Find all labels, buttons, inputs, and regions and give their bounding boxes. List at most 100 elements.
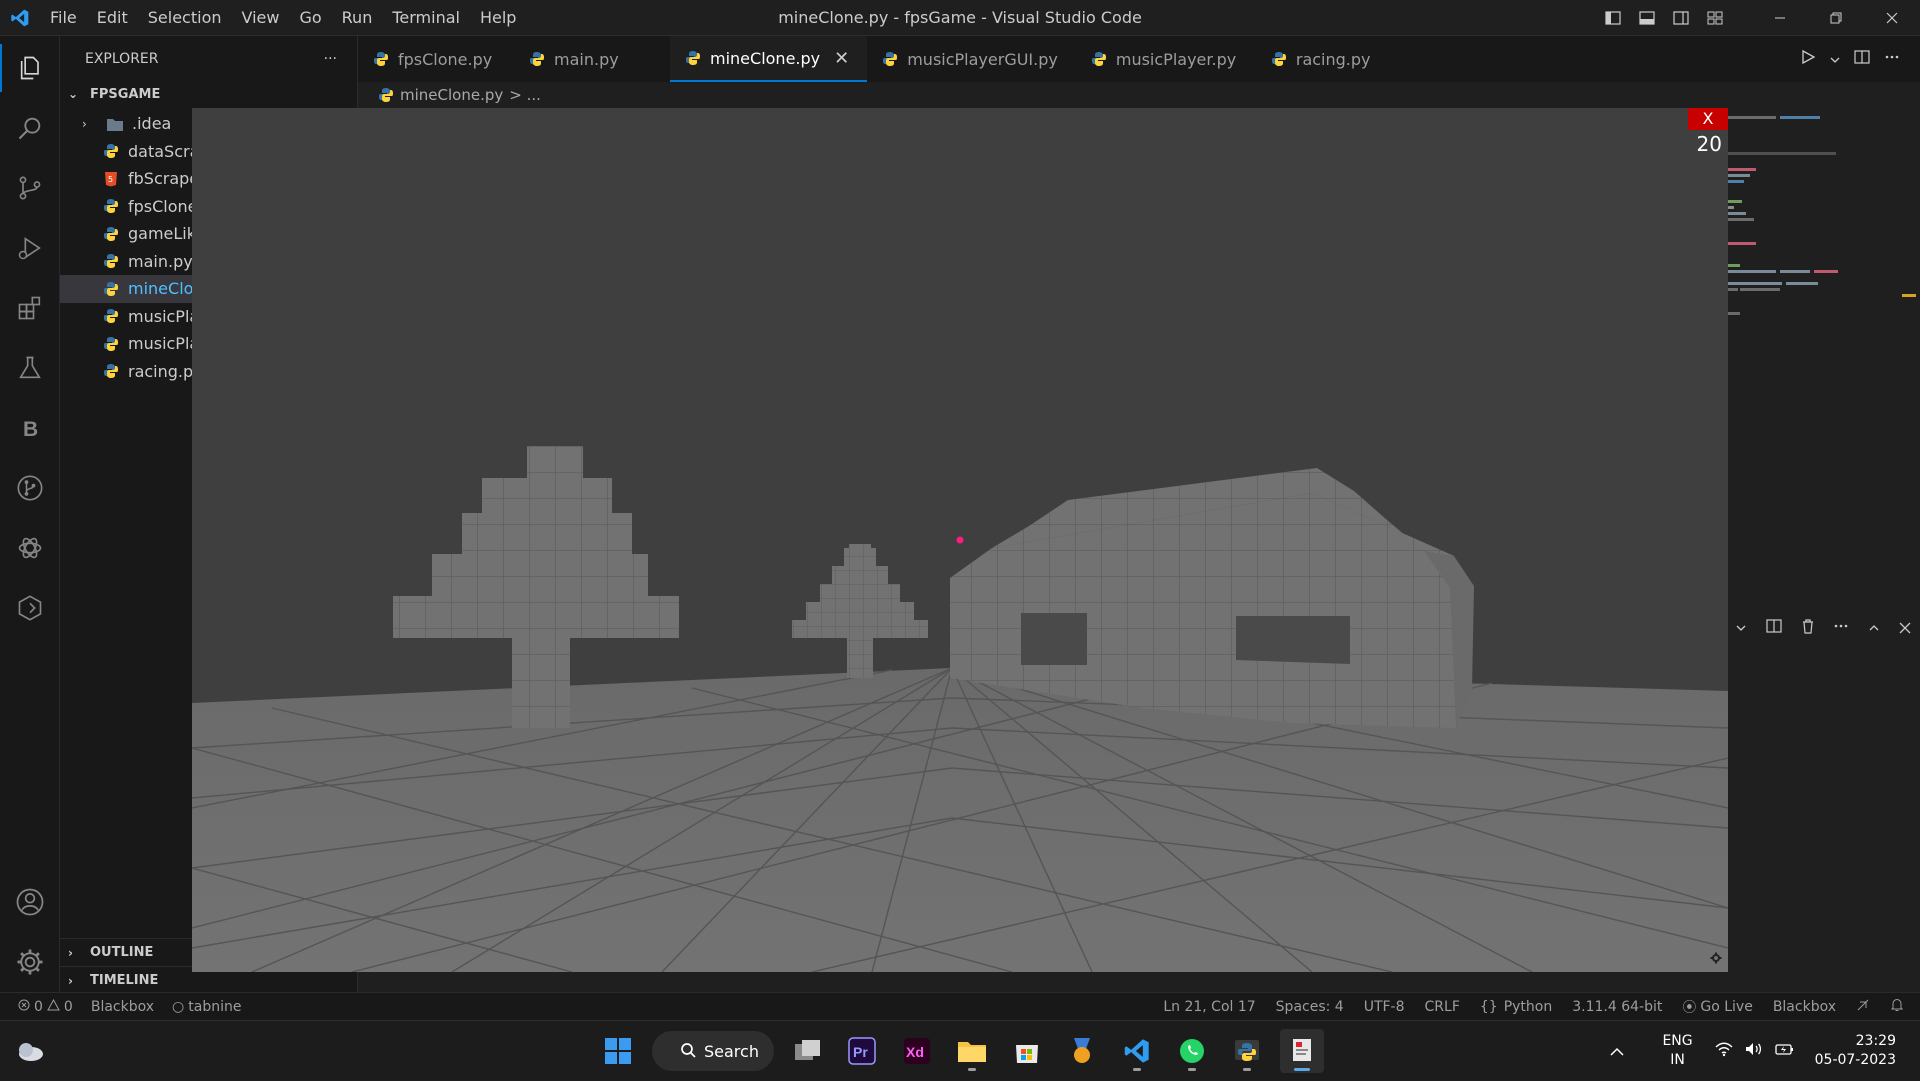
status-blackbox[interactable]: Blackbox — [91, 999, 154, 1015]
codeium-icon[interactable] — [0, 584, 60, 632]
game-window[interactable]: X 20 — [192, 108, 1728, 972]
menu-run[interactable]: Run — [332, 0, 383, 36]
ursina-window-icon[interactable] — [1280, 1029, 1324, 1073]
error-count: 0 — [34, 998, 43, 1015]
menu-terminal[interactable]: Terminal — [382, 0, 470, 36]
feedback-icon[interactable] — [1856, 998, 1870, 1016]
menu-selection[interactable]: Selection — [138, 0, 232, 36]
menu-bar: File Edit Selection View Go Run Terminal… — [40, 0, 526, 36]
menu-edit[interactable]: Edit — [87, 0, 138, 36]
maximize-panel-icon[interactable] — [1868, 619, 1880, 638]
status-indentation[interactable]: Spaces: 4 — [1276, 999, 1344, 1015]
weather-widget-icon[interactable] — [8, 1029, 52, 1073]
premiere-pro-icon[interactable]: Pr — [840, 1029, 884, 1073]
start-button-icon[interactable] — [596, 1029, 640, 1073]
input-language[interactable]: ENG IN — [1662, 1032, 1692, 1070]
tab-main[interactable]: main.py — [514, 36, 670, 82]
menu-go[interactable]: Go — [289, 0, 331, 36]
status-language[interactable]: {} Python — [1480, 999, 1552, 1015]
settings-gear-icon[interactable] — [0, 938, 60, 986]
split-editor-icon[interactable] — [1854, 49, 1870, 69]
status-interpreter[interactable]: 3.11.4 64-bit — [1572, 999, 1662, 1015]
python-app-icon[interactable] — [1225, 1029, 1269, 1073]
warning-count: 0 — [63, 998, 73, 1015]
panel-actions — [1726, 614, 1920, 642]
file-explorer-icon[interactable] — [950, 1029, 994, 1073]
trash-icon[interactable] — [1801, 618, 1815, 638]
restore-button[interactable] — [1808, 0, 1864, 36]
run-debug-icon[interactable] — [0, 224, 60, 272]
battery-charging-icon[interactable] — [1774, 1041, 1795, 1061]
status-tabnine[interactable]: ○ tabnine — [172, 999, 241, 1015]
menu-help[interactable]: Help — [470, 0, 526, 36]
panel-chevron-down-icon[interactable] — [1735, 619, 1747, 638]
game-close-button[interactable]: X — [1688, 108, 1728, 130]
status-golive[interactable]: ⦿ Go Live — [1682, 997, 1752, 1017]
toggle-panel-icon[interactable] — [1630, 0, 1664, 36]
lang-line2: IN — [1670, 1052, 1685, 1068]
status-cursor-position[interactable]: Ln 21, Col 17 — [1163, 999, 1255, 1015]
tab-fpsclone[interactable]: fpsClone.py — [358, 36, 514, 82]
customize-layout-icon[interactable] — [1698, 0, 1732, 36]
problems-indicator[interactable]: 0 0 — [18, 998, 73, 1015]
clock-date: 05-07-2023 — [1814, 1052, 1896, 1068]
volume-icon[interactable] — [1745, 1041, 1763, 1061]
status-encoding[interactable]: UTF-8 — [1364, 999, 1405, 1015]
tab-musicplayer[interactable]: musicPlayer.py — [1076, 36, 1256, 82]
whatsapp-icon[interactable] — [1170, 1029, 1214, 1073]
explorer-more-button[interactable]: ··· — [324, 51, 337, 67]
blackbox-icon[interactable]: B — [0, 404, 60, 452]
close-panel-icon[interactable] — [1899, 619, 1911, 638]
menu-file[interactable]: File — [40, 0, 87, 36]
tab-racing[interactable]: racing.py — [1256, 36, 1396, 82]
chatgpt-icon[interactable] — [0, 524, 60, 572]
game-settings-gear-icon[interactable] — [1710, 949, 1722, 968]
search-icon[interactable] — [0, 104, 60, 152]
close-window-button[interactable] — [1864, 0, 1920, 36]
explorer-icon[interactable] — [0, 44, 60, 92]
toggle-secondary-sidebar-icon[interactable] — [1664, 0, 1698, 36]
breadcrumb-rest[interactable]: > ... — [509, 86, 541, 104]
status-blackbox-right[interactable]: Blackbox — [1773, 999, 1836, 1015]
vscode-taskbar-icon[interactable] — [1115, 1029, 1159, 1073]
python-file-icon — [102, 362, 120, 380]
wifi-icon[interactable] — [1715, 1041, 1733, 1061]
run-dropdown-chevron-icon[interactable] — [1830, 50, 1840, 69]
split-terminal-icon[interactable] — [1766, 618, 1782, 638]
close-tab-icon[interactable]: ✕ — [834, 48, 849, 69]
tree-item-label: .idea — [132, 114, 172, 134]
task-view-icon[interactable] — [786, 1029, 830, 1073]
source-control-icon[interactable] — [0, 164, 60, 212]
tab-mineclone[interactable]: mineClone.py ✕ — [670, 36, 868, 82]
crosshair — [956, 536, 964, 544]
status-eol[interactable]: CRLF — [1425, 999, 1460, 1015]
testing-icon[interactable] — [0, 344, 60, 392]
editor-tabs: fpsClone.py main.py mineClone.py ✕ music… — [358, 36, 1920, 82]
tab-musicplayergui[interactable]: musicPlayerGUI.py — [867, 36, 1076, 82]
menu-view[interactable]: View — [232, 0, 290, 36]
panel-more-icon[interactable] — [1833, 618, 1849, 638]
notifications-bell-icon[interactable] — [1890, 998, 1904, 1016]
python-file-icon — [102, 280, 120, 298]
adobe-xd-icon[interactable]: Xd — [895, 1029, 939, 1073]
extensions-icon[interactable] — [0, 284, 60, 332]
achievement-medal-icon[interactable] — [1060, 1029, 1104, 1073]
git-graph-icon[interactable] — [0, 464, 60, 512]
chevron-right-icon: › — [82, 116, 87, 131]
taskbar-search-box[interactable]: Search — [652, 1031, 774, 1071]
accounts-icon[interactable] — [0, 878, 60, 926]
windows-taskbar: Search Pr Xd ENG IN 23:29 05-07-2023 — [0, 1020, 1920, 1080]
minimap[interactable] — [1726, 108, 1916, 318]
toggle-primary-sidebar-icon[interactable] — [1596, 0, 1630, 36]
tab-label: musicPlayer.py — [1115, 49, 1237, 69]
breadcrumb-file[interactable]: mineClone.py — [400, 86, 503, 104]
tray-overflow-chevron-icon[interactable] — [1610, 1042, 1624, 1061]
run-python-file-icon[interactable] — [1800, 49, 1816, 69]
microsoft-store-icon[interactable] — [1005, 1029, 1049, 1073]
minimize-button[interactable] — [1752, 0, 1808, 36]
tab-label: fpsClone.py — [398, 49, 493, 69]
more-actions-icon[interactable] — [1884, 49, 1900, 69]
clock[interactable]: 23:29 05-07-2023 — [1815, 1032, 1896, 1070]
error-icon — [18, 999, 30, 1015]
folder-fpsgame[interactable]: ⌄ FPSGAME — [60, 82, 357, 106]
